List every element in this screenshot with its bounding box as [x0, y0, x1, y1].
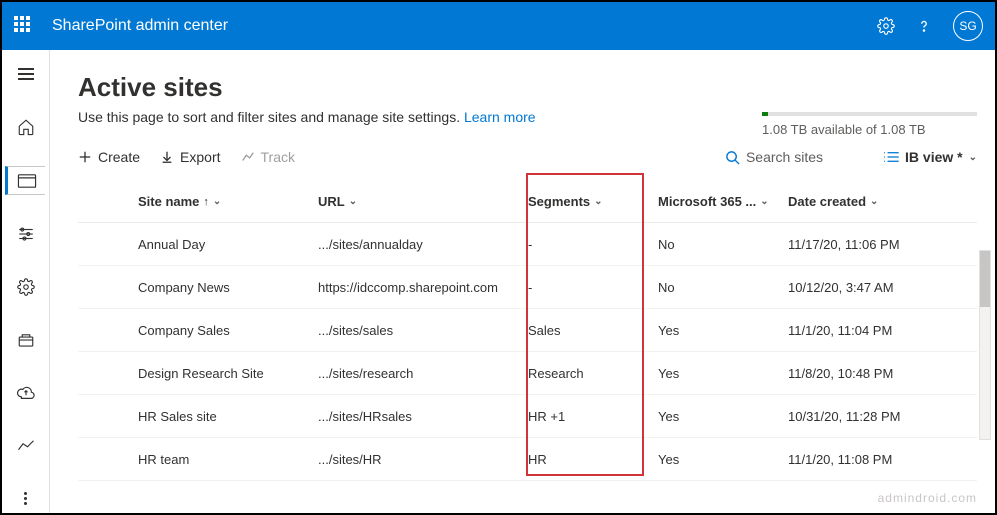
col-m365[interactable]: Microsoft 365 ... ⌄	[658, 194, 788, 209]
url-cell: .../sites/research	[318, 366, 528, 381]
view-selector[interactable]: IB view * ⌄	[883, 149, 977, 165]
table-row[interactable]: HR Sales site.../sites/HRsalesHR +1Yes10…	[78, 395, 977, 438]
site-name-cell[interactable]: Design Research Site	[138, 366, 318, 381]
site-name-cell[interactable]: HR Sales site	[138, 409, 318, 424]
learn-more-link[interactable]: Learn more	[464, 109, 536, 125]
segments-cell: HR	[528, 452, 658, 467]
chevron-down-icon: ⌄	[870, 196, 878, 207]
date-cell: 11/1/20, 11:08 PM	[788, 452, 958, 467]
col-segments[interactable]: Segments ⌄	[528, 194, 658, 209]
search-input[interactable]: Search sites	[725, 149, 823, 165]
m365-cell: Yes	[658, 409, 788, 424]
site-name-cell[interactable]: Company Sales	[138, 323, 318, 338]
url-cell: https://idccomp.sharepoint.com	[318, 280, 528, 295]
app-launcher-icon[interactable]	[14, 16, 34, 36]
m365-cell: Yes	[658, 366, 788, 381]
app-header: SharePoint admin center SG	[2, 2, 995, 50]
date-cell: 10/31/20, 11:28 PM	[788, 409, 958, 424]
site-name-cell[interactable]: Company News	[138, 280, 318, 295]
avatar[interactable]: SG	[953, 11, 983, 41]
col-site-name[interactable]: Site name ↑ ⌄	[138, 194, 318, 209]
col-date[interactable]: Date created ⌄	[788, 194, 958, 209]
chevron-down-icon: ⌄	[760, 196, 768, 207]
segments-cell: Research	[528, 366, 658, 381]
home-icon[interactable]	[6, 113, 46, 142]
m365-cell: Yes	[658, 452, 788, 467]
command-bar: Create Export Track Search sites IB view…	[78, 149, 977, 165]
track-button: Track	[241, 149, 295, 165]
m365-cell: Yes	[658, 323, 788, 338]
site-name-cell[interactable]: Annual Day	[138, 237, 318, 252]
gear-icon[interactable]	[877, 17, 895, 35]
table-row[interactable]: Company Sales.../sites/salesSalesYes11/1…	[78, 309, 977, 352]
settings-icon[interactable]	[6, 272, 46, 301]
watermark: admindroid.com	[878, 491, 977, 505]
site-name-cell[interactable]: HR team	[138, 452, 318, 467]
page-title: Active sites	[78, 72, 977, 103]
segments-cell: Sales	[528, 323, 658, 338]
content-services-icon[interactable]	[6, 325, 46, 354]
url-cell: .../sites/sales	[318, 323, 528, 338]
chevron-down-icon: ⌄	[213, 196, 221, 207]
hamburger-icon[interactable]	[6, 60, 46, 89]
segments-cell: -	[528, 237, 658, 252]
help-icon[interactable]	[915, 17, 933, 35]
url-cell: .../sites/HR	[318, 452, 528, 467]
main-content: Active sites Use this page to sort and f…	[50, 50, 995, 513]
storage-meter: 1.08 TB available of 1.08 TB	[762, 112, 977, 137]
date-cell: 10/12/20, 3:47 AM	[788, 280, 958, 295]
export-button[interactable]: Export	[160, 149, 220, 165]
date-cell: 11/17/20, 11:06 PM	[788, 237, 958, 252]
app-brand: SharePoint admin center	[52, 17, 877, 35]
table-row[interactable]: Annual Day.../sites/annualday-No11/17/20…	[78, 223, 977, 266]
table-row[interactable]: Company Newshttps://idccomp.sharepoint.c…	[78, 266, 977, 309]
segments-cell: HR +1	[528, 409, 658, 424]
chevron-down-icon: ⌄	[594, 196, 602, 207]
chevron-down-icon: ⌄	[969, 152, 977, 163]
col-url[interactable]: URL ⌄	[318, 194, 528, 209]
more-icon[interactable]	[6, 484, 46, 513]
policies-icon[interactable]	[6, 219, 46, 248]
table-row[interactable]: Design Research Site.../sites/researchRe…	[78, 352, 977, 395]
sites-table: Site name ↑ ⌄ URL ⌄ Segments ⌄ Microsoft…	[78, 181, 977, 481]
migration-icon[interactable]	[6, 378, 46, 407]
storage-text: 1.08 TB available of 1.08 TB	[762, 122, 977, 137]
url-cell: .../sites/annualday	[318, 237, 528, 252]
sites-icon[interactable]	[5, 166, 45, 195]
table-row[interactable]: HR team.../sites/HRHRYes11/1/20, 11:08 P…	[78, 438, 977, 481]
url-cell: .../sites/HRsales	[318, 409, 528, 424]
m365-cell: No	[658, 280, 788, 295]
table-header: Site name ↑ ⌄ URL ⌄ Segments ⌄ Microsoft…	[78, 181, 977, 223]
scrollbar[interactable]	[979, 250, 991, 440]
reports-icon[interactable]	[6, 431, 46, 460]
left-rail	[2, 50, 50, 513]
date-cell: 11/1/20, 11:04 PM	[788, 323, 958, 338]
create-button[interactable]: Create	[78, 149, 140, 165]
chevron-down-icon: ⌄	[349, 196, 357, 207]
m365-cell: No	[658, 237, 788, 252]
segments-cell: -	[528, 280, 658, 295]
sort-asc-icon: ↑	[203, 196, 209, 208]
date-cell: 11/8/20, 10:48 PM	[788, 366, 958, 381]
